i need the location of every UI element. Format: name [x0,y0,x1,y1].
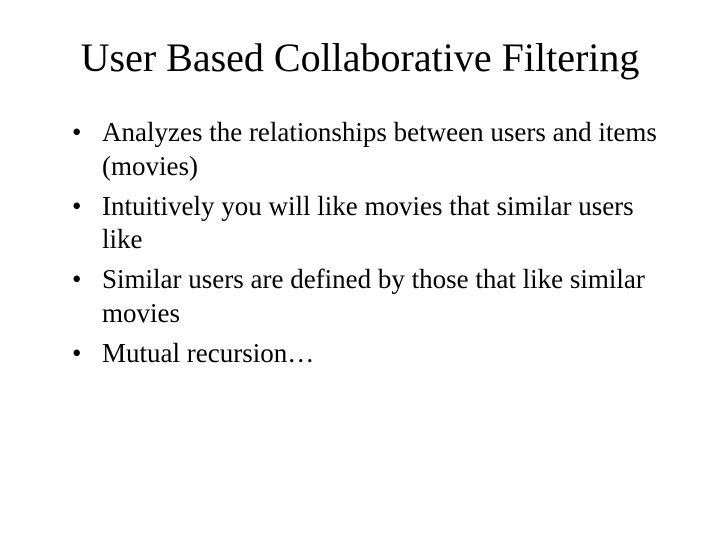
list-item: Similar users are defined by those that … [72,263,670,331]
bullet-list: Analyzes the relationships between users… [50,116,670,370]
slide-title: User Based Collaborative Filtering [50,35,670,81]
list-item: Intuitively you will like movies that si… [72,190,670,258]
list-item: Analyzes the relationships between users… [72,116,670,184]
list-item: Mutual recursion… [72,337,670,371]
